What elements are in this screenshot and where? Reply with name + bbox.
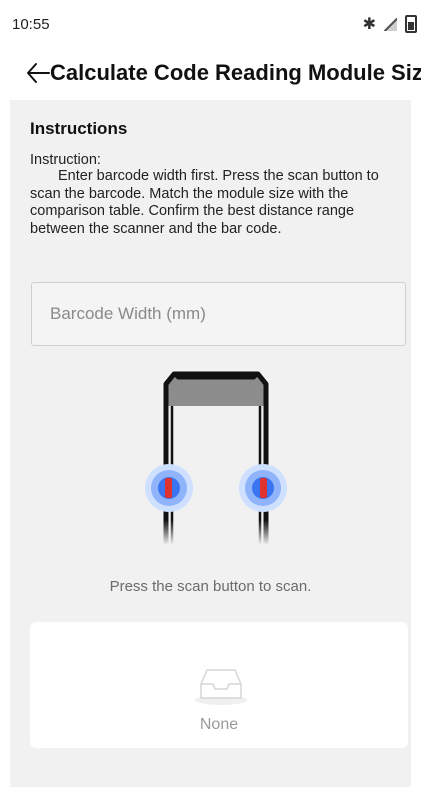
back-arrow-icon[interactable] <box>26 62 50 84</box>
instruction-body: Enter barcode width first. Press the sca… <box>30 168 379 237</box>
battery-icon <box>405 15 417 33</box>
barcode-width-input[interactable] <box>31 282 406 346</box>
status-bar: 10:55 ✱ <box>0 0 421 44</box>
main-content: Instructions Instruction: Enter barcode … <box>10 100 411 787</box>
scan-hint: Press the scan button to scan. <box>109 578 312 595</box>
empty-result-text: None <box>199 716 239 733</box>
page-title: Calculate Code Reading Module Size <box>50 60 421 85</box>
instruction-label: Instruction: <box>30 152 101 168</box>
bluetooth-icon: ✱ <box>362 16 376 33</box>
status-time: 10:55 <box>12 16 50 33</box>
app-header: Calculate Code Reading Module Size <box>0 44 421 100</box>
result-card: None <box>30 622 408 748</box>
device-scan-buttons-illustration <box>136 370 296 545</box>
signal-icon <box>384 17 397 31</box>
status-icons: ✱ <box>363 14 417 34</box>
instructions-heading: Instructions <box>30 119 128 138</box>
empty-tray-icon <box>193 664 249 706</box>
